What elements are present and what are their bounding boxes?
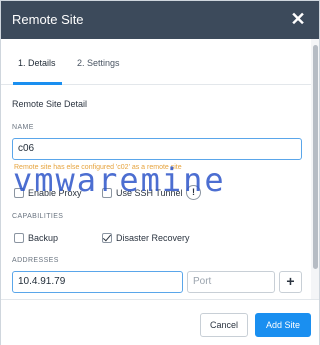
name-value: c06 [18, 143, 35, 154]
name-label: NAME [12, 124, 34, 131]
tab-bar: 1. Details 2. Settings [1, 39, 311, 85]
watermark: vmwaremine [13, 161, 226, 199]
dialog-title: Remote Site [12, 12, 84, 27]
address-value: 10.4.91.79 [18, 276, 66, 287]
close-icon[interactable]: ✕ [287, 8, 309, 30]
remote-site-dialog: Remote Site ✕ 1. Details 2. Settings Rem… [0, 0, 320, 345]
capabilities-label: CAPABILITIES [12, 213, 64, 220]
dialog-footer: Cancel Add Site [1, 299, 319, 345]
address-field[interactable]: 10.4.91.79 [12, 271, 183, 293]
dialog-body: Remote Site Detail NAME c06 Remote site … [1, 86, 311, 299]
add-address-button[interactable]: + [279, 271, 302, 293]
section-title: Remote Site Detail [12, 99, 88, 109]
tab-details[interactable]: 1. Details [18, 58, 56, 68]
name-field[interactable]: c06 [12, 138, 302, 160]
disaster-recovery-label: Disaster Recovery [116, 233, 190, 243]
scrollbar-thumb[interactable] [313, 45, 318, 269]
add-site-button[interactable]: Add Site [255, 313, 311, 337]
dialog-header: Remote Site ✕ [1, 1, 319, 39]
scrollbar[interactable] [311, 39, 319, 299]
backup-checkbox[interactable]: Backup [14, 232, 58, 244]
port-field[interactable]: Port [187, 271, 275, 293]
backup-label: Backup [28, 233, 59, 243]
active-tab-indicator [13, 82, 62, 85]
disaster-recovery-checkbox[interactable]: Disaster Recovery [102, 232, 190, 244]
tab-settings[interactable]: 2. Settings [77, 58, 120, 68]
cancel-button[interactable]: Cancel [200, 313, 248, 337]
port-placeholder: Port [193, 276, 212, 287]
backup-box[interactable] [14, 233, 24, 243]
disaster-recovery-box[interactable] [102, 233, 112, 243]
addresses-label: ADDRESSES [12, 257, 59, 264]
